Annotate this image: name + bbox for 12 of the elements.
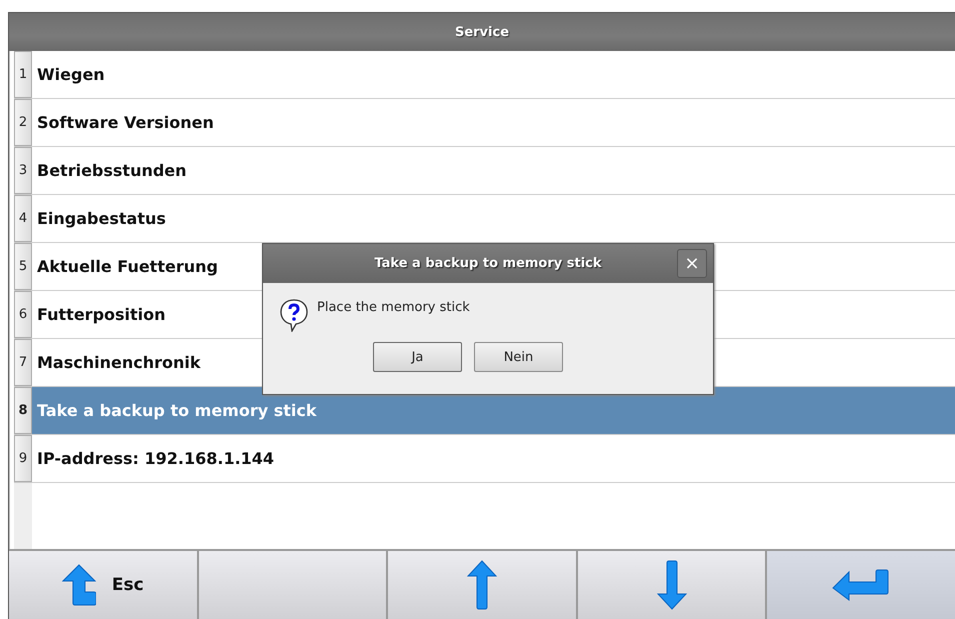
row-number: 9 xyxy=(14,435,32,482)
row-number: 6 xyxy=(14,291,32,338)
dialog-title: Take a backup to memory stick xyxy=(374,256,602,271)
dialog-message: Place the memory stick xyxy=(317,299,470,315)
window-title: Service xyxy=(454,24,510,40)
row-number: 8 xyxy=(14,387,32,434)
row-number: 7 xyxy=(14,339,32,386)
row-number: 5 xyxy=(14,243,32,290)
row-number: 3 xyxy=(14,147,32,194)
row-number: 4 xyxy=(14,195,32,242)
row-number: 2 xyxy=(14,99,32,146)
row-number: 1 xyxy=(14,51,32,98)
